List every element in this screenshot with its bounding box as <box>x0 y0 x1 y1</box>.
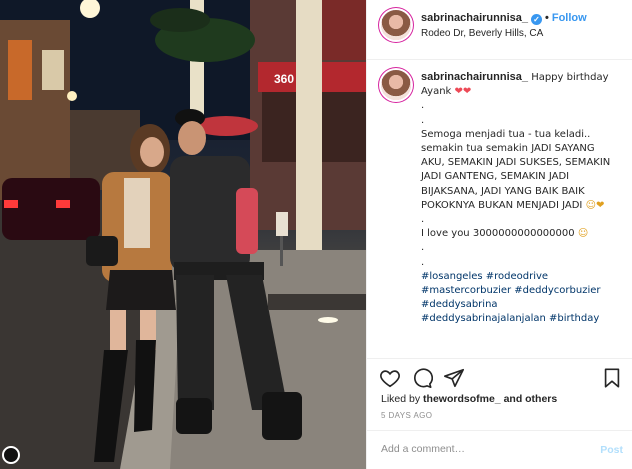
liked-by-others-link[interactable]: and others <box>504 393 558 405</box>
liked-by-user-link[interactable]: thewordsofme_ <box>423 393 501 405</box>
caption-username[interactable]: sabrinachairunnisa_ <box>421 71 528 83</box>
caption-text: sabrinachairunnisa_ Happy birthday Ayank… <box>421 70 619 327</box>
separator-dot: • <box>545 12 549 24</box>
post-comment-button[interactable]: Post <box>600 444 623 456</box>
post-sidebar: sabrinachairunnisa_ ✓ • Follow Rodeo Dr, Be… <box>366 0 632 469</box>
heart-icon[interactable] <box>379 367 401 389</box>
caption-avatar[interactable] <box>381 70 411 100</box>
smile-emoji-icon: ☺ <box>577 228 589 240</box>
comment-icon[interactable] <box>411 367 434 389</box>
comment-input[interactable] <box>381 443 581 455</box>
caption-line: Semoga menjadi tua - tua keladi.. semaki… <box>421 128 611 211</box>
follow-button[interactable]: Follow <box>552 12 587 24</box>
face-heart-emoji-icon: ☺❤ <box>585 199 605 211</box>
caption-line: . <box>421 256 425 268</box>
hashtag-line[interactable]: #deddysabrinajalanjalan #birthday <box>421 312 619 326</box>
hashtag-line[interactable]: #losangeles #rodeodrive <box>421 270 619 284</box>
post-photo[interactable]: 360 <box>0 0 366 469</box>
caption-line: . <box>421 242 425 254</box>
hashtag-line[interactable]: #mastercorbuzier #deddycorbuzier <box>421 284 619 298</box>
bookmark-icon[interactable] <box>601 367 623 389</box>
likes-summary: Liked by thewordsofme_ and others <box>381 393 557 405</box>
caption-line: I love you 3000000000000000 <box>421 228 575 240</box>
username-link[interactable]: sabrinachairunnisa_ <box>421 12 528 24</box>
action-bar: Liked by thewordsofme_ and others 5 DAYS… <box>367 358 632 430</box>
store-sign-text: 360 <box>274 72 295 86</box>
avatar[interactable] <box>381 10 411 40</box>
caption: sabrinachairunnisa_ Happy birthday Ayank… <box>367 60 632 358</box>
liked-by-prefix: Liked by <box>381 393 421 405</box>
caption-line: . <box>421 114 425 126</box>
caption-line: . <box>421 100 425 112</box>
tagged-users-icon[interactable] <box>2 446 20 464</box>
comment-bar: Post <box>367 430 632 469</box>
post-header: sabrinachairunnisa_ ✓ • Follow Rodeo Dr, Be… <box>367 0 632 60</box>
hashtag-line[interactable]: #deddysabrina <box>421 298 619 312</box>
share-icon[interactable] <box>443 367 465 389</box>
hearts-emoji-icon: ❤❤ <box>454 86 472 98</box>
verified-icon: ✓ <box>531 14 542 25</box>
location-link[interactable]: Rodeo Dr, Beverly Hills, CA <box>421 28 543 39</box>
caption-line: . <box>421 214 425 226</box>
post-timestamp[interactable]: 5 DAYS AGO <box>381 411 432 420</box>
photo-scene <box>0 0 366 469</box>
header-user: sabrinachairunnisa_ ✓ • Follow <box>421 12 587 25</box>
